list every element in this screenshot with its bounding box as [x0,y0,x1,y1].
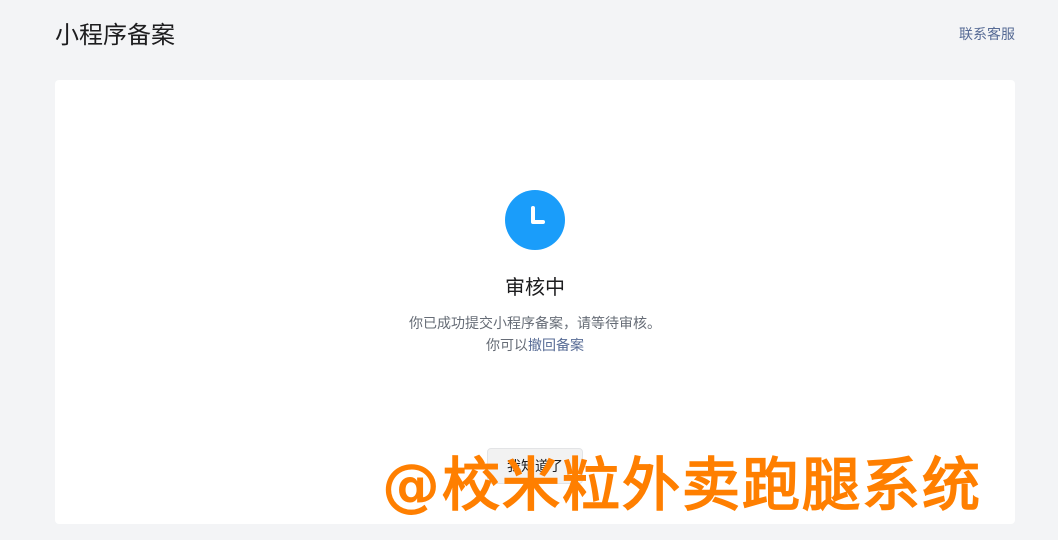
status-description: 你已成功提交小程序备案，请等待审核。 [409,316,661,332]
contact-support-link[interactable]: 联系客服 [959,24,1015,46]
clock-icon [505,190,565,250]
status-title: 审核中 [505,275,565,299]
filing-status-card: 审核中 你已成功提交小程序备案，请等待审核。 你可以撤回备案 我知道了 [55,80,1015,524]
page-title: 小程序备案 [55,21,175,49]
acknowledge-button[interactable]: 我知道了 [487,448,583,484]
withdraw-prefix: 你可以 [486,338,528,354]
withdraw-filing-link[interactable]: 撤回备案 [528,338,584,354]
withdraw-hint: 你可以撤回备案 [55,335,1015,357]
